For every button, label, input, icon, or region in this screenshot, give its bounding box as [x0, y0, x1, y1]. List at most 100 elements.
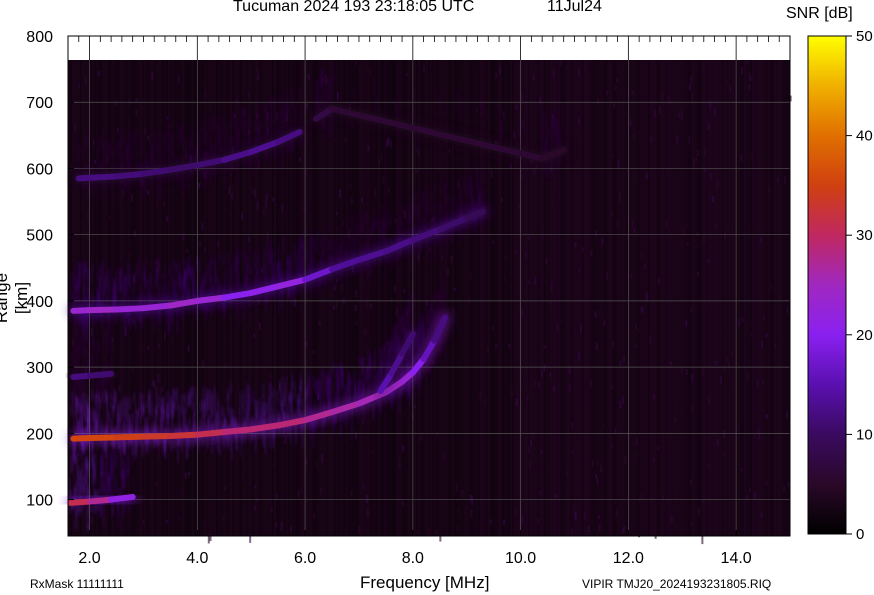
noise-speck — [157, 343, 160, 349]
diffuse-echo — [116, 406, 119, 432]
diffuse-echo — [250, 264, 253, 274]
noise-speck — [365, 66, 368, 71]
noise-speck — [702, 235, 705, 244]
diffuse-echo — [207, 389, 210, 411]
noise-speck — [265, 200, 268, 209]
diffuse-echo — [430, 293, 433, 316]
diffuse-echo — [243, 251, 246, 265]
diffuse-echo — [90, 351, 93, 373]
diffuse-echo — [299, 379, 302, 397]
noise-speck — [758, 400, 761, 408]
noise-speck — [452, 307, 455, 315]
diffuse-echo — [135, 138, 138, 167]
noise-speck — [661, 495, 664, 499]
echo-trace-segment — [140, 166, 174, 177]
noise-speck — [93, 138, 96, 146]
diffuse-echo — [72, 270, 75, 288]
noise-speck — [596, 460, 599, 466]
noise-speck — [619, 401, 622, 408]
noise-speck — [232, 185, 235, 194]
noise-speck — [401, 501, 404, 506]
diffuse-echo — [433, 198, 436, 209]
colorbar-tick-label: 30 — [856, 227, 873, 244]
noise-speck — [549, 372, 552, 378]
diffuse-echo — [389, 210, 392, 224]
noise-speck — [131, 193, 134, 202]
noise-speck — [151, 71, 154, 81]
noise-speck — [783, 175, 786, 185]
noise-speck — [180, 377, 183, 387]
diffuse-echo — [178, 262, 181, 287]
diffuse-echo — [198, 258, 201, 281]
diffuse-echo — [323, 372, 326, 398]
noise-speck — [598, 524, 601, 532]
noise-speck — [198, 183, 201, 189]
diffuse-echo — [70, 381, 73, 401]
noise-speck — [366, 494, 369, 504]
noise-speck — [521, 515, 524, 525]
noise-speck — [111, 337, 114, 342]
noise-speck — [591, 460, 594, 467]
noise-speck — [596, 98, 599, 105]
echo-trace-segment — [108, 493, 136, 503]
diffuse-echo — [113, 472, 116, 492]
noise-speck — [674, 311, 677, 317]
diffuse-echo — [387, 209, 390, 234]
diffuse-echo — [97, 419, 100, 430]
noise-speck — [378, 158, 381, 166]
noise-speck — [608, 485, 611, 493]
diffuse-echo — [75, 454, 78, 468]
noise-speck — [280, 522, 283, 531]
diffuse-echo — [79, 262, 82, 288]
noise-speck — [355, 289, 358, 298]
noise-speck — [320, 350, 323, 360]
noise-speck — [760, 60, 763, 67]
diffuse-echo — [461, 202, 464, 214]
noise-speck — [370, 303, 373, 309]
noise-speck — [568, 383, 571, 392]
x-tick-label: 14.0 — [721, 550, 752, 567]
diffuse-echo — [203, 278, 206, 290]
noise-speck — [436, 432, 439, 437]
noise-speck — [633, 525, 636, 531]
diffuse-echo — [99, 464, 102, 486]
diffuse-echo — [210, 256, 213, 265]
x-tick-label: 12.0 — [613, 550, 644, 567]
noise-speck — [155, 481, 158, 486]
noise-speck — [358, 526, 361, 534]
noise-speck — [566, 470, 569, 477]
diffuse-echo — [108, 411, 111, 422]
diffuse-echo — [110, 450, 113, 479]
noise-speck — [594, 311, 597, 319]
noise-streak — [490, 60, 492, 536]
diffuse-echo — [195, 119, 198, 131]
noise-speck — [756, 380, 759, 387]
diffuse-echo — [361, 263, 364, 291]
diffuse-echo — [321, 234, 324, 258]
noise-speck — [398, 455, 401, 464]
noise-speck — [515, 104, 518, 110]
diffuse-echo — [335, 242, 338, 254]
diffuse-echo — [291, 372, 294, 390]
noise-speck — [381, 283, 384, 291]
diffuse-echo — [129, 312, 132, 332]
diffuse-echo — [463, 182, 466, 194]
diffuse-echo — [436, 202, 439, 219]
noise-speck — [711, 195, 714, 203]
diffuse-echo — [289, 256, 292, 278]
noise-streak — [474, 60, 476, 536]
noise-speck — [680, 368, 683, 374]
noise-speck — [528, 140, 531, 150]
noise-speck — [571, 422, 574, 430]
noise-speck — [142, 519, 145, 525]
noise-speck — [349, 183, 352, 188]
noise-speck — [688, 83, 691, 91]
noise-speck — [737, 422, 740, 431]
diffuse-echo — [231, 261, 234, 287]
noise-speck — [645, 171, 648, 180]
diffuse-echo — [131, 286, 134, 301]
noise-streak — [602, 60, 604, 536]
noise-streak — [664, 60, 666, 536]
noise-streak — [614, 60, 616, 536]
diffuse-echo — [70, 463, 73, 475]
